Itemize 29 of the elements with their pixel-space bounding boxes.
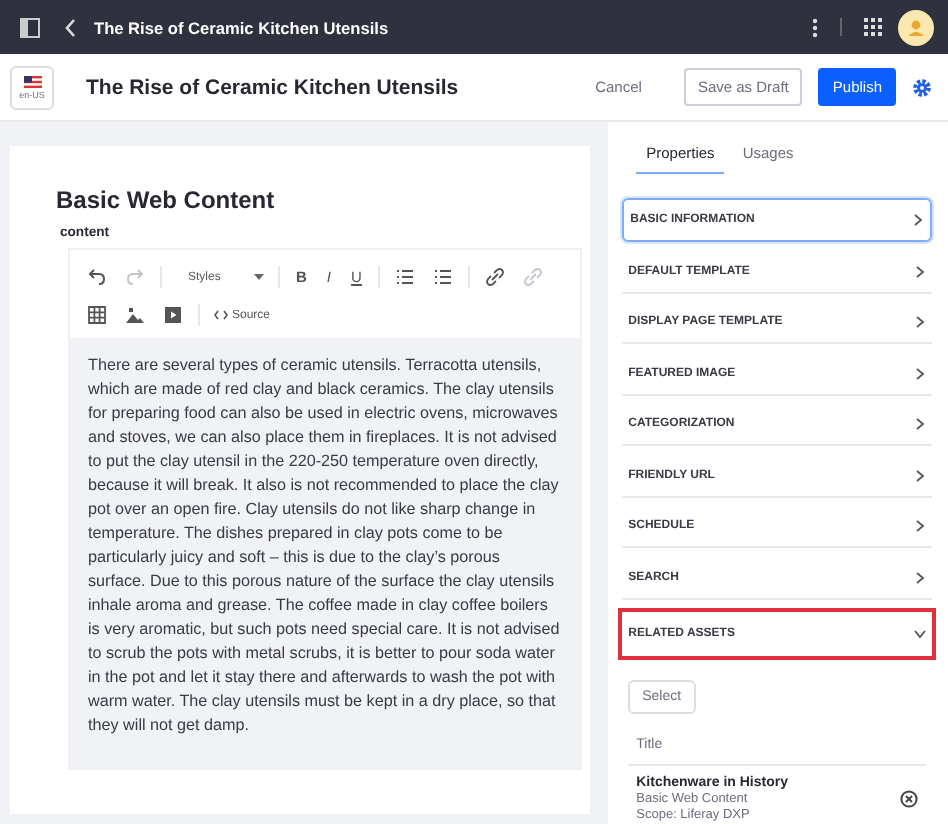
page-title: The Rise of Ceramic Kitchen Utensils [94, 17, 389, 37]
image-icon[interactable] [126, 306, 144, 324]
chevron-right-icon [914, 520, 926, 532]
chevron-right-icon [914, 469, 926, 481]
chevron-right-icon [914, 316, 926, 328]
settings-icon[interactable] [912, 77, 932, 97]
sidebar-toggle-icon[interactable] [20, 17, 40, 37]
article-title: The Rise of Ceramic Kitchen Utensils [86, 75, 459, 99]
back-icon[interactable] [64, 17, 78, 37]
kebab-menu-icon[interactable] [812, 17, 818, 37]
avatar-icon[interactable] [898, 9, 934, 45]
caret-icon [254, 273, 264, 281]
link-icon[interactable] [485, 268, 504, 286]
section-heading: Basic Web Content [56, 186, 275, 214]
chevron-right-icon [914, 418, 926, 430]
bullet-list-icon[interactable] [433, 268, 452, 286]
undo-icon[interactable] [88, 268, 106, 286]
video-icon[interactable] [164, 306, 182, 324]
chevron-right-icon [914, 571, 926, 583]
remove-icon[interactable] [900, 789, 918, 807]
chevron-right-icon [914, 367, 926, 379]
flag-icon [23, 75, 41, 87]
ordered-list-icon[interactable] [395, 268, 414, 286]
code-icon [214, 310, 228, 320]
chevron-right-icon [914, 265, 926, 277]
chevron-right-icon [912, 214, 924, 226]
chevron-down-icon [914, 628, 926, 640]
table-icon[interactable] [88, 306, 106, 324]
apps-grid-icon[interactable] [864, 18, 882, 36]
